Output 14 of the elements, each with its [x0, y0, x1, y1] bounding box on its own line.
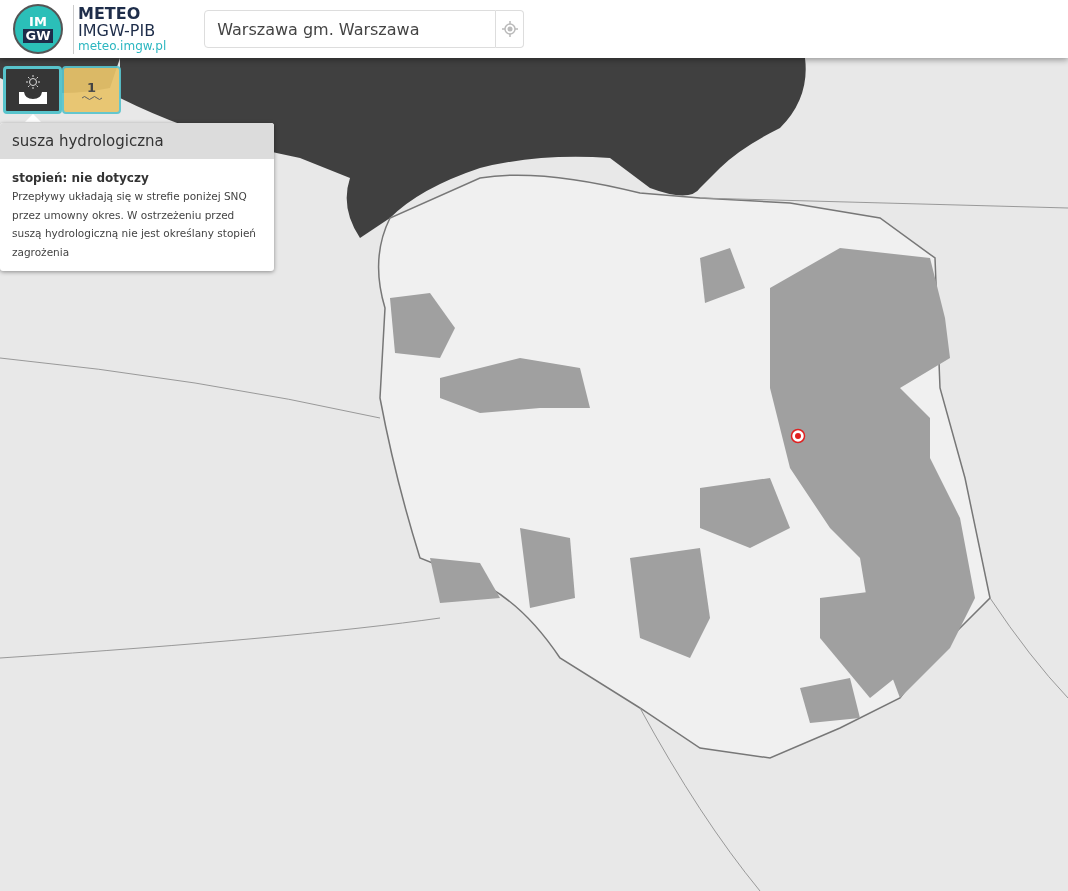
search-field[interactable]: Warszawa gm. Warszawa — [204, 10, 497, 48]
site-url: meteo.imgw.pl — [78, 38, 167, 54]
logo-text: GW — [23, 29, 53, 43]
wave-icon — [81, 95, 102, 100]
warning-description: Przepływy układają się w strefie poniżej SNQ przez umowny okres. W ostrzeżeniu przed suszą hydrologiczną nie jest określany stopień zagrożenia — [12, 189, 258, 260]
brand-subtitle: IMGW-PIB — [78, 21, 157, 39]
popup-title: susza hydrologiczna — [0, 123, 274, 159]
warning-degree: stopień: nie dotyczy — [12, 170, 150, 187]
locate-icon — [501, 21, 518, 37]
logo-text: IM — [28, 15, 48, 29]
warning-tab[interactable]: 1 — [62, 66, 121, 114]
warning-tab[interactable] — [3, 66, 62, 114]
location-marker-icon — [790, 428, 806, 444]
brand-title: METEO — [78, 4, 142, 22]
